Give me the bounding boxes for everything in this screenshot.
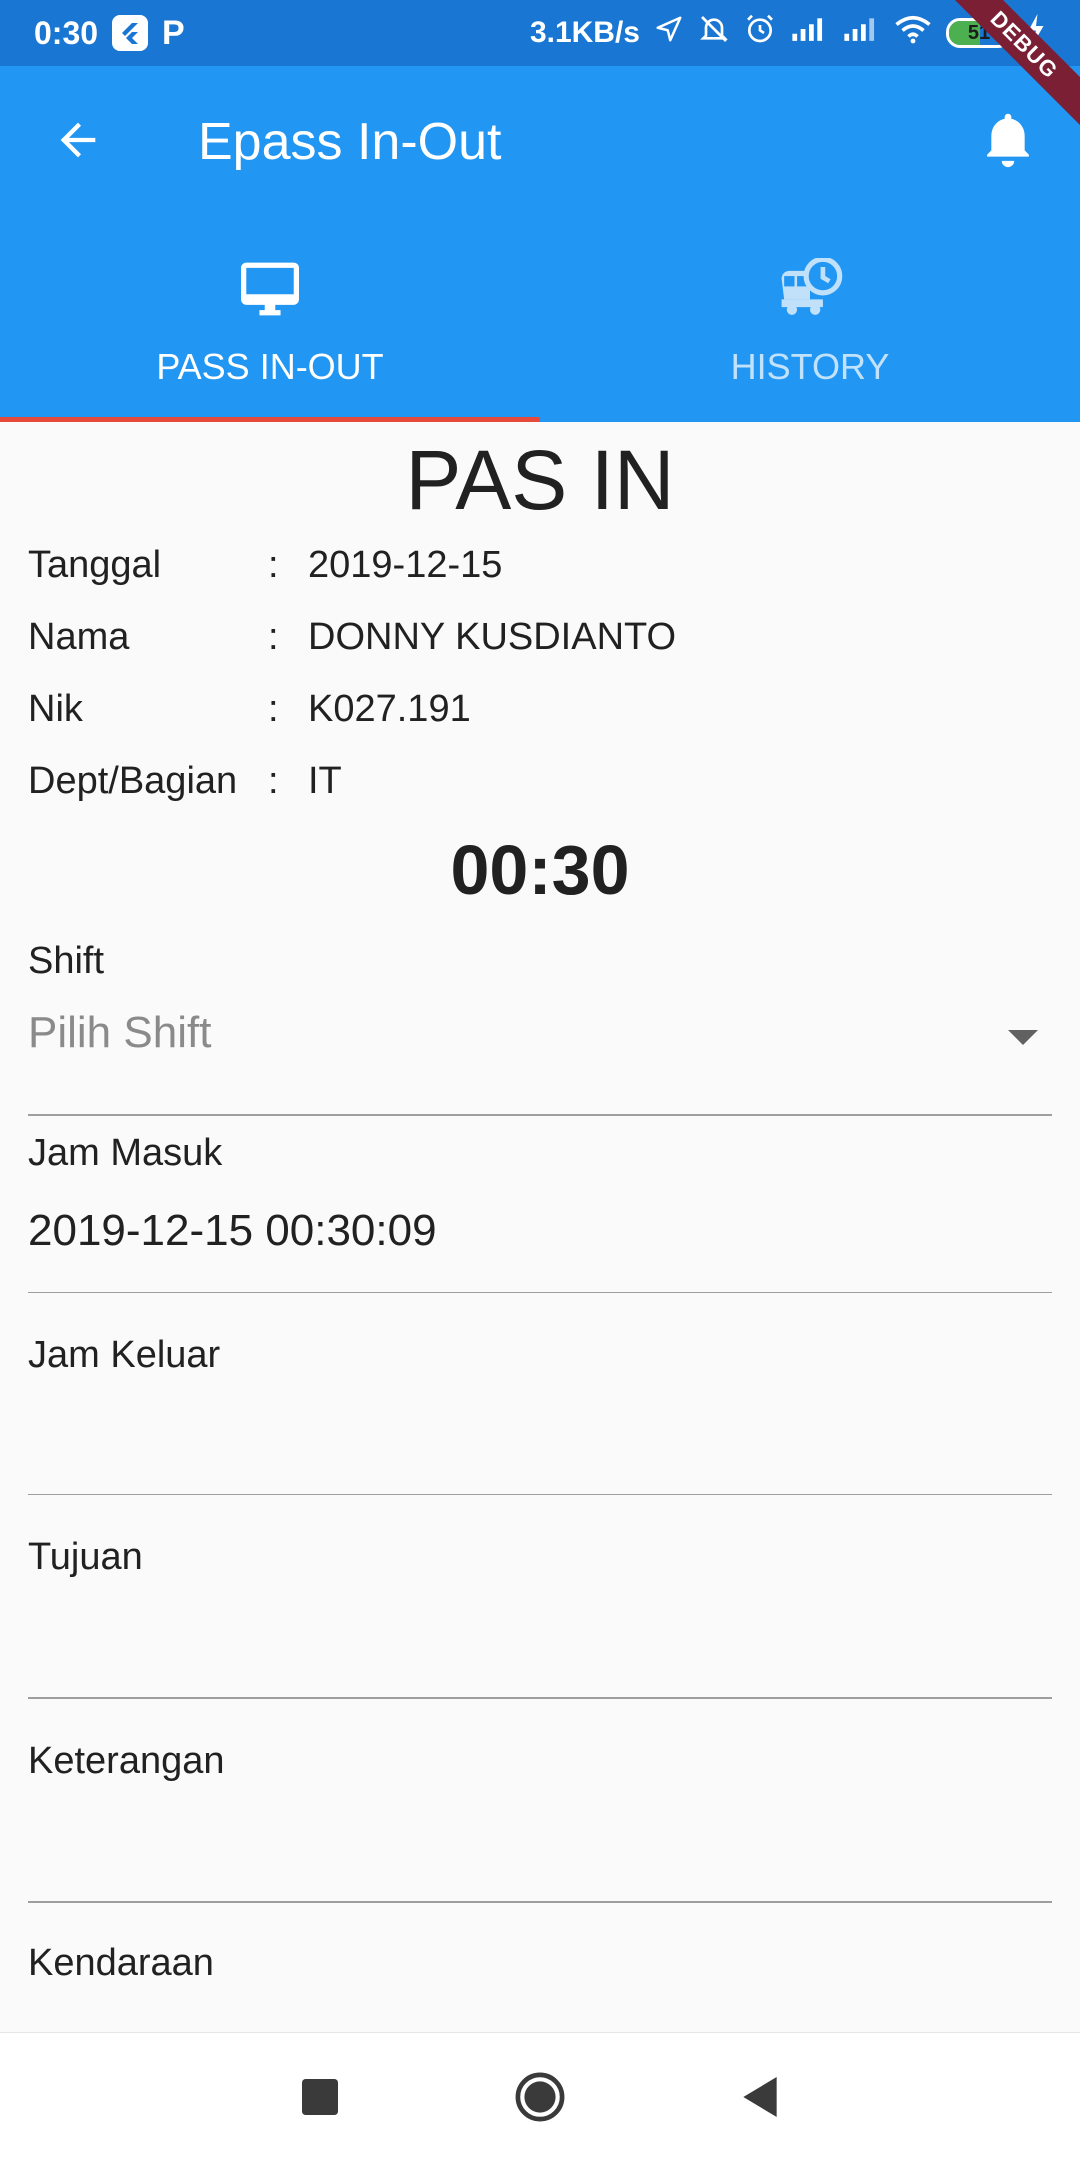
info-row-tanggal: Tanggal : 2019-12-15 [28,544,502,594]
tab-history-label: HISTORY [730,346,890,387]
info-value: 2019-12-15 [308,544,503,586]
info-separator: : [268,688,279,730]
network-speed: 3.1KB/s [529,16,640,49]
info-value: IT [308,760,342,802]
status-bar: 0:30 P 3.1KB/s 51 [0,0,1080,66]
tujuan-field[interactable] [28,1610,1052,1670]
home-circle-icon [515,2072,565,2122]
current-time: 00:30 [450,831,630,909]
shift-placeholder: Pilih Shift [28,1008,212,1057]
system-nav-bar [0,2032,1080,2161]
dropdown-arrow-icon [1008,1030,1038,1045]
page-title: Epass In-Out [198,113,502,171]
shift-underline [28,1114,1052,1116]
tujuan-label: Tujuan [28,1536,143,1578]
info-label: Tanggal [28,544,162,586]
signal-icon [790,14,828,52]
back-button[interactable] [44,106,112,174]
info-value: DONNY KUSDIANTO [308,616,677,658]
jam-masuk-underline [28,1292,1052,1293]
info-value: K027.191 [308,688,471,730]
app-bar: Epass In-Out PASS IN-OUT HISTORY [0,66,1080,422]
bus-clock-icon [781,258,843,315]
signal-icon [842,14,880,52]
notification-button[interactable] [972,100,1044,180]
tab-bar: PASS IN-OUT HISTORY [0,236,1080,422]
jam-keluar-label: Jam Keluar [28,1334,221,1376]
location-icon [654,14,684,52]
info-row-nama: Nama : DONNY KUSDIANTO [28,616,676,666]
kendaraan-label: Kendaraan [28,1942,214,1984]
tujuan-underline [28,1697,1052,1699]
p-app-icon: P [162,13,185,52]
keterangan-underline [28,1901,1052,1903]
recents-button[interactable] [280,2057,360,2137]
stop-square-icon [302,2079,338,2115]
info-label: Dept/Bagian [28,760,238,802]
wifi-icon [894,14,932,52]
info-separator: : [268,616,279,658]
bell-icon [987,113,1029,168]
pass-heading: PAS IN [405,433,675,527]
jam-masuk-field[interactable]: 2019-12-15 00:30:09 [28,1206,437,1256]
back-triangle-icon [743,2077,777,2117]
info-separator: : [268,760,279,802]
tab-pass-in-out[interactable]: PASS IN-OUT [0,236,540,422]
status-time: 0:30 [34,14,99,51]
keterangan-field[interactable] [28,1814,1052,1874]
info-separator: : [268,544,279,586]
info-row-nik: Nik : K027.191 [28,688,471,738]
home-button[interactable] [500,2057,580,2137]
tab-pass-in-out-label: PASS IN-OUT [156,346,384,387]
info-label: Nik [28,688,83,730]
arrow-back-icon [60,122,96,158]
jam-masuk-label: Jam Masuk [28,1132,223,1174]
keterangan-label: Keterangan [28,1740,225,1782]
alarm-icon [744,13,776,53]
tab-indicator [0,417,540,422]
back-nav-button[interactable] [720,2057,800,2137]
shift-label: Shift [28,940,105,982]
info-label: Nama [28,616,130,658]
jam-keluar-field[interactable] [28,1408,1052,1468]
info-row-dept: Dept/Bagian : IT [28,760,342,810]
tab-history[interactable]: HISTORY [540,236,1080,422]
shift-dropdown[interactable]: Pilih Shift [0,1008,1080,1128]
mute-icon [698,13,730,53]
desktop-icon [241,262,299,316]
flutter-app-icon [112,15,149,51]
jam-keluar-underline [28,1494,1052,1495]
